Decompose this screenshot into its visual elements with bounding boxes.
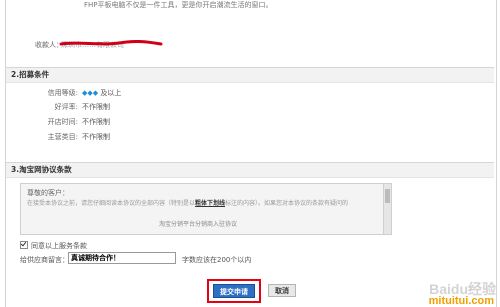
agree-checkbox-label: 同意以上服务条款	[31, 242, 87, 250]
watermark-url: mituitui.com	[428, 295, 494, 307]
submit-highlight: 提交申请	[207, 279, 261, 303]
message-input[interactable]	[68, 252, 176, 264]
category-label: 主营类目:	[47, 133, 78, 141]
rating-value: 不作限制	[82, 103, 110, 111]
agree-checkbox[interactable]	[20, 241, 28, 249]
agreement-textbox[interactable]: 尊敬的客户： 在接受本协议之前，请您仔细阅读本协议的全部内容（特别是以粗体下划线…	[20, 183, 392, 235]
submit-button[interactable]: 提交申请	[213, 284, 255, 298]
credit-label: 信用等级:	[47, 89, 78, 97]
agreement-body: 在接受本协议之前，请您仔细阅读本协议的全部内容（特别是以粗体下划线标注的内容）。…	[27, 200, 349, 207]
message-label: 给供应商留言：	[20, 256, 69, 264]
agreement-greeting: 尊敬的客户：	[27, 189, 69, 197]
category-value: 不作限制	[82, 133, 110, 141]
section-title-agreement: 3.淘宝网协议条款	[6, 162, 494, 178]
message-hint: 字数应该在200个以内	[182, 256, 252, 264]
rating-label: 好评率:	[54, 103, 78, 111]
scrollbar-thumb[interactable]	[385, 189, 390, 203]
redaction-mark	[59, 40, 163, 46]
shop-age-value: 不作限制	[82, 118, 110, 126]
shop-age-label: 开店时间:	[47, 118, 78, 126]
section-title-recruit: 2.招募条件	[6, 67, 494, 83]
section-product-info: FHP平板电脑不仅是一件工具，更是你开启潮流生活的窗口。 收款人： 深圳市……有…	[5, 0, 495, 60]
agreement-title: 淘宝分销平台分销商入驻协议	[159, 221, 238, 228]
diamond-icon: ◆◆◆	[82, 89, 99, 97]
credit-value: ◆◆◆ 及以上	[82, 89, 122, 97]
cancel-button[interactable]: 取消	[268, 284, 296, 297]
agree-checkbox-row[interactable]: 同意以上服务条款	[20, 241, 87, 251]
agreement-scrollbar[interactable]	[383, 184, 391, 234]
product-slogan: FHP平板电脑不仅是一件工具，更是你开启潮流生活的窗口。	[84, 1, 273, 9]
